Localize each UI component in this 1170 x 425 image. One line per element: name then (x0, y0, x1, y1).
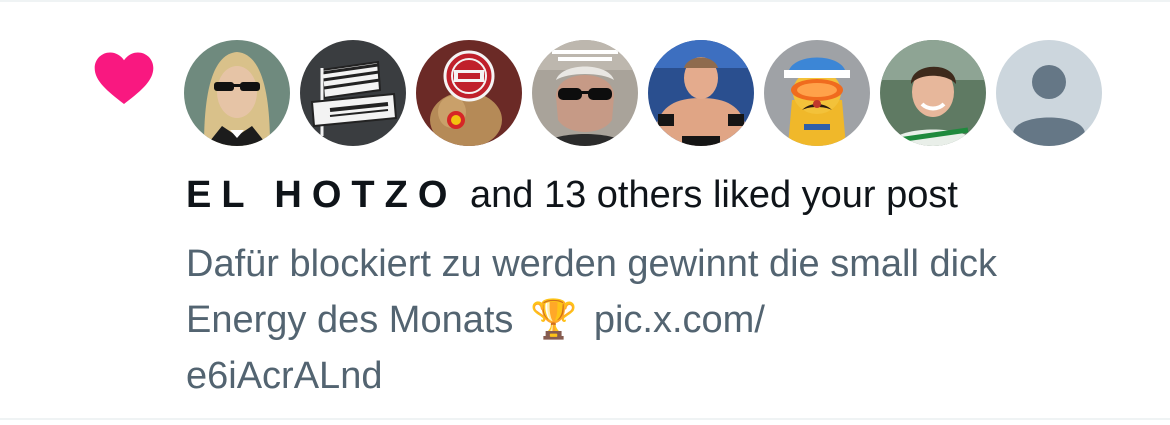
avatar[interactable] (532, 40, 638, 146)
fcn-logo[interactable] (416, 40, 522, 146)
avatar[interactable] (648, 40, 754, 146)
action-text: and 13 others liked your post (469, 174, 958, 216)
notification-headline: EL HOTZO and 13 others liked your post (186, 170, 958, 220)
post-preview: Dafür blockiert zu werden gewinnt die sm… (186, 236, 1086, 404)
hertha-bsc-logo[interactable] (300, 40, 406, 146)
heart-icon (93, 51, 155, 105)
post-text: Dafür blockiert zu werden gewinnt die sm… (186, 243, 998, 341)
actor-name[interactable]: EL HOTZO (186, 174, 457, 216)
avatar[interactable] (764, 40, 870, 146)
liker-avatars (184, 40, 1102, 146)
like-notification[interactable]: EL HOTZO and 13 others liked your post D… (0, 2, 1170, 418)
default-avatar-icon[interactable] (996, 40, 1102, 146)
avatar[interactable] (184, 40, 290, 146)
trophy-icon: 🏆 (529, 299, 578, 341)
avatar[interactable] (880, 40, 986, 146)
divider-bottom (0, 418, 1170, 420)
